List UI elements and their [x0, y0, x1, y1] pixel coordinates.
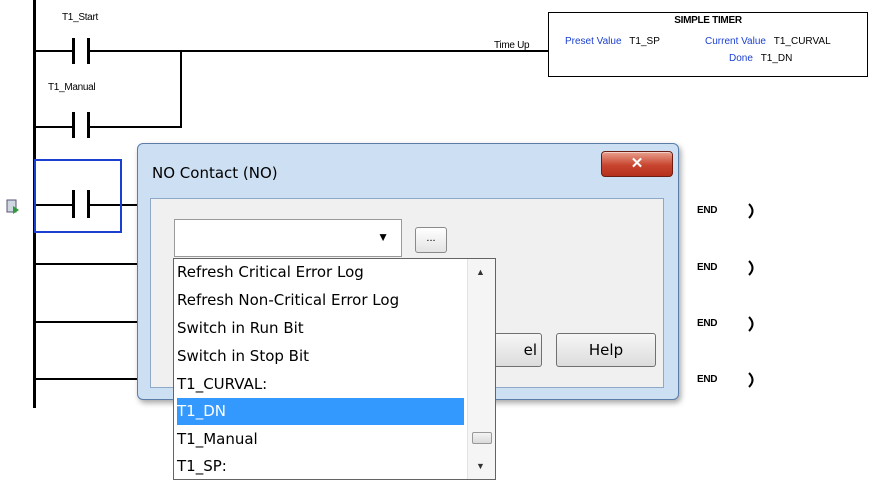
- browse-button[interactable]: ...: [415, 227, 447, 253]
- tag-combobox[interactable]: ▼: [174, 219, 402, 257]
- list-item-label: T1_Manual: [177, 430, 258, 448]
- preset-label: Preset Value: [565, 36, 622, 47]
- simple-timer-block[interactable]: SIMPLE TIMER Preset Value T1_SP Current …: [548, 12, 868, 77]
- list-item-selected[interactable]: T1_DN: [177, 398, 464, 425]
- end-coil-icon: [747, 316, 757, 332]
- output-label-time-up: Time Up: [494, 40, 530, 51]
- branch-wire-right: [90, 126, 182, 128]
- list-item[interactable]: Switch in Run Bit: [177, 315, 464, 342]
- list-item-label: Refresh Non-Critical Error Log: [177, 291, 400, 309]
- list-item[interactable]: T1_SP:: [177, 453, 464, 479]
- end-coil-icon: [747, 203, 757, 219]
- current-value: T1_CURVAL: [773, 36, 831, 47]
- list-item[interactable]: Refresh Critical Error Log: [177, 259, 464, 286]
- rung1-wire-right: [90, 50, 550, 52]
- list-item-label: Refresh Critical Error Log: [177, 263, 364, 281]
- end-label: END: [697, 374, 718, 385]
- timer-title: SIMPLE TIMER: [674, 15, 742, 26]
- close-icon: ✕: [630, 155, 644, 172]
- contact-t1-start-left[interactable]: [72, 38, 75, 64]
- list-item[interactable]: Refresh Non-Critical Error Log: [177, 287, 464, 314]
- timer-done-row: Done T1_DN: [729, 53, 792, 64]
- timer-preset-row: Preset Value T1_SP: [565, 36, 660, 47]
- end-label: END: [697, 262, 718, 273]
- rung3-wire: [36, 263, 138, 265]
- end-coil-icon: [747, 372, 757, 388]
- dialog-title: NO Contact (NO): [152, 164, 278, 182]
- rung5-wire: [36, 378, 138, 380]
- help-button[interactable]: Help: [556, 333, 656, 367]
- tag-dropdown-list[interactable]: Refresh Critical Error Log Refresh Non-C…: [173, 258, 496, 480]
- list-scrollbar[interactable]: ▲ ▼: [467, 259, 495, 479]
- contact-label-t1-start: T1_Start: [62, 12, 98, 23]
- end-coil-icon: [747, 260, 757, 276]
- scroll-up-icon[interactable]: ▲: [476, 267, 485, 277]
- scroll-down-icon[interactable]: ▼: [476, 461, 485, 471]
- list-item-label: T1_SP:: [177, 457, 227, 475]
- current-label: Current Value: [705, 36, 766, 47]
- close-button[interactable]: ✕: [601, 151, 673, 177]
- done-label: Done: [729, 53, 753, 64]
- preset-value: T1_SP: [629, 36, 660, 47]
- selected-cell-highlight[interactable]: [34, 159, 122, 233]
- list-item[interactable]: T1_CURVAL:: [177, 371, 464, 398]
- list-item-label: T1_DN: [177, 402, 226, 420]
- rung1-wire-left: [36, 50, 73, 52]
- contact-label-t1-manual: T1_Manual: [48, 82, 96, 93]
- contact-t1-manual-right[interactable]: [87, 112, 90, 138]
- rung-pointer-icon: [5, 198, 21, 216]
- end-label: END: [697, 318, 718, 329]
- branch-vertical-right: [180, 50, 182, 128]
- end-label: END: [697, 205, 718, 216]
- branch-wire-left: [36, 126, 73, 128]
- list-item-label: T1_CURVAL:: [177, 375, 268, 393]
- scrollbar-thumb[interactable]: [472, 432, 492, 444]
- timer-current-row: Current Value T1_CURVAL: [705, 36, 831, 47]
- list-item-label: Switch in Stop Bit: [177, 347, 310, 365]
- contact-t1-manual-left[interactable]: [72, 112, 75, 138]
- list-item[interactable]: T1_Manual: [177, 426, 464, 453]
- done-value: T1_DN: [760, 53, 793, 64]
- chevron-down-icon[interactable]: ▼: [377, 230, 389, 244]
- list-item-label: Switch in Run Bit: [177, 319, 304, 337]
- list-item[interactable]: Switch in Stop Bit: [177, 343, 464, 370]
- rung4-wire: [36, 321, 138, 323]
